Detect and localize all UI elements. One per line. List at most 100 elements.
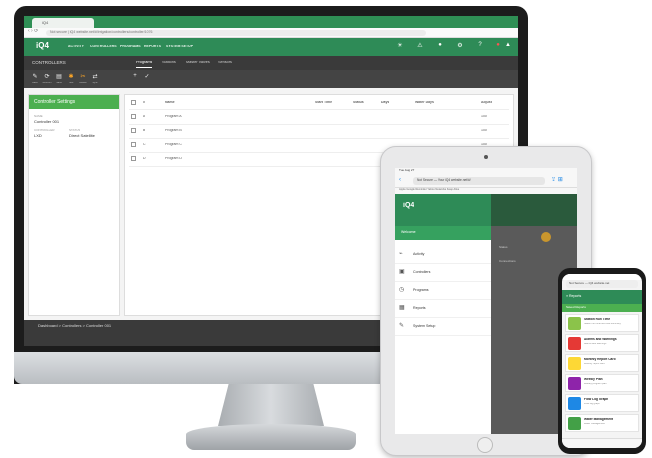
- column-header: Days: [381, 101, 390, 104]
- drawer-item-label: Controllers: [413, 270, 431, 274]
- action-toolbar: ✎ Back ⟳ Refresh ▤ Save ✱ Test ✂ Delete …: [24, 70, 518, 88]
- notification-icon[interactable]: ●: [494, 42, 502, 52]
- tablet-home-button[interactable]: [477, 437, 493, 453]
- drawer-item-reports[interactable]: ▦ Reports: [395, 300, 491, 318]
- share-icon[interactable]: ⇪ ⊞: [551, 177, 563, 183]
- back-label: Back: [32, 82, 38, 84]
- browser-tab[interactable]: iQ4: [32, 18, 94, 28]
- test-button[interactable]: ✱: [66, 73, 76, 80]
- help-icon[interactable]: ?: [476, 42, 484, 52]
- row-name[interactable]: Program B: [165, 129, 182, 133]
- table-row[interactable]: B Program B 100: [125, 125, 513, 137]
- sync-button[interactable]: ⇄: [90, 73, 100, 80]
- row-checkbox[interactable]: [131, 114, 136, 119]
- url-field[interactable]: Not secure | iQ4 website.net/#/irrigatio…: [46, 30, 426, 36]
- drawer-item-activity[interactable]: ⌁ Activity: [395, 246, 491, 264]
- report-card[interactable]: Weekly Plan Weekly program plan: [565, 374, 639, 392]
- row-checkbox[interactable]: [131, 156, 136, 161]
- dimmed-header: [491, 194, 577, 226]
- report-title: Flow Log Graph: [584, 398, 609, 401]
- field-value[interactable]: Direct Satellite: [69, 134, 95, 138]
- weather-icon[interactable]: ☀: [396, 42, 404, 52]
- nav-system-setup[interactable]: SYSTEM SETUP: [166, 45, 193, 49]
- report-title: Weekly Plan: [584, 378, 603, 381]
- report-card[interactable]: Station Run Time Station run time and fl…: [565, 314, 639, 332]
- browser-address-bar: ‹ › ⟳ Not secure | iQ4 website.net/#/irr…: [24, 28, 518, 38]
- delete-label: Delete: [79, 82, 87, 84]
- alert-icon[interactable]: ⚠: [416, 42, 424, 52]
- breadcrumb[interactable]: Dashboard > Controllers > Controller 001: [38, 324, 111, 328]
- report-card[interactable]: Monthly Report Card Monthly report card: [565, 354, 639, 372]
- report-card[interactable]: Flow Log Graph Flow log graph: [565, 394, 639, 412]
- app-nav-bar: iQ4 ACTIVITY CONTROLLERS PROGRAMS REPORT…: [24, 38, 518, 56]
- table-row[interactable]: A Program A 100: [125, 111, 513, 123]
- monitor-stand: [186, 424, 356, 450]
- back-icon[interactable]: ‹ › ⟳: [28, 29, 38, 34]
- report-desc: Flow log graph: [584, 403, 600, 405]
- add-icon[interactable]: +: [130, 73, 140, 79]
- section-title: CONTROLLERS: [32, 61, 66, 65]
- column-header: Status: [353, 101, 364, 104]
- refresh-button[interactable]: ⟳: [42, 73, 52, 80]
- nav-reports[interactable]: REPORTS: [144, 45, 161, 49]
- column-header: #: [143, 101, 145, 104]
- report-card[interactable]: Alarms and Warnings Alarms and warnings: [565, 334, 639, 352]
- drawer-user[interactable]: Welcome: [395, 226, 491, 240]
- nav-controllers[interactable]: CONTROLLERS: [90, 45, 117, 49]
- test-label: Test: [68, 82, 74, 84]
- settings-icon[interactable]: ⚙: [456, 42, 464, 52]
- field-value[interactable]: LXD: [34, 134, 42, 138]
- field-label: CONTROLLER: [34, 129, 55, 132]
- iq4-logo: iQ4: [36, 42, 49, 50]
- save-button[interactable]: ▤: [54, 73, 64, 80]
- report-card[interactable]: Water Management Water management: [565, 414, 639, 432]
- report-card-icon: [568, 357, 581, 370]
- column-header: Water Days: [415, 101, 434, 104]
- drawer-item-label: Activity: [413, 252, 425, 256]
- report-desc: Station run time and flow summary: [584, 323, 621, 325]
- check-icon[interactable]: ✓: [142, 73, 152, 80]
- tablet-url-field[interactable]: Not Secure — Your iQ4 website.net/#/: [413, 177, 545, 185]
- report-icon: ▦: [399, 305, 405, 311]
- drawer-item-controllers[interactable]: ▣ Controllers: [395, 264, 491, 282]
- tab-stations[interactable]: Stations: [162, 61, 176, 65]
- controller-settings-panel: Controller Settings NAME Controller 001 …: [28, 94, 120, 316]
- report-title: Station Run Time: [584, 318, 611, 321]
- water-icon[interactable]: ●: [436, 42, 444, 52]
- back-button[interactable]: ✎: [30, 73, 40, 80]
- graph-icon: [568, 397, 581, 410]
- report-desc: Water management: [584, 423, 605, 425]
- nav-programs[interactable]: PROGRAMS: [120, 45, 141, 49]
- back-icon[interactable]: ‹: [399, 177, 401, 183]
- drawer-item-system-setup[interactable]: ✎ System Setup: [395, 318, 491, 336]
- tab-master-valves[interactable]: Master Valves: [186, 61, 210, 65]
- activity-icon: ⌁: [399, 251, 403, 257]
- row-name[interactable]: Program D: [165, 157, 182, 161]
- stopwatch-icon: [568, 317, 581, 330]
- select-all-checkbox[interactable]: [131, 100, 136, 105]
- row-id: C: [143, 143, 146, 146]
- refresh-label: Refresh: [42, 82, 52, 84]
- row-checkbox[interactable]: [131, 128, 136, 133]
- tab-sensors[interactable]: Sensors: [218, 61, 232, 65]
- row-checkbox[interactable]: [131, 142, 136, 147]
- row-id: A: [143, 115, 146, 118]
- nav-activity[interactable]: ACTIVITY: [68, 45, 84, 49]
- row-name[interactable]: Program A: [165, 115, 182, 119]
- row-divider: [129, 109, 509, 110]
- phone-url-field[interactable]: Not Secure — iQ4 website.net: [566, 280, 638, 288]
- report-title: Monthly Report Card: [584, 358, 616, 361]
- tablet-camera: [484, 155, 488, 159]
- water-management-icon: [568, 417, 581, 430]
- user-icon[interactable]: ▲: [504, 42, 512, 52]
- delete-button[interactable]: ✂: [78, 73, 88, 80]
- phone-nav-bar: ≡ Reports: [562, 290, 642, 304]
- drawer-item-programs[interactable]: ◷ Programs: [395, 282, 491, 300]
- tab-programs[interactable]: Programs: [136, 61, 153, 68]
- clock-icon: ◷: [399, 287, 405, 293]
- panel-title: Controller Settings: [29, 95, 119, 109]
- row-name[interactable]: Program C: [165, 143, 182, 147]
- row-id: B: [143, 129, 146, 132]
- phone-section-title: Saved Reports: [562, 304, 642, 312]
- field-value[interactable]: Controller 001: [34, 120, 59, 124]
